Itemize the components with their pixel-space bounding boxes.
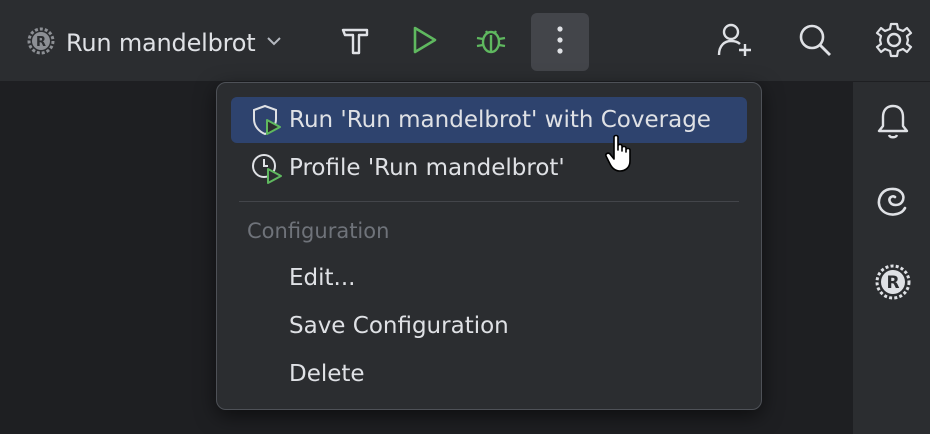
configuration-section-header: Configuration: [247, 219, 390, 243]
debug-button[interactable]: [462, 13, 520, 71]
run-configuration-label: Run mandelbrot: [66, 29, 256, 57]
coverage-icon: [247, 100, 287, 140]
user-add-icon: [716, 21, 754, 63]
main-toolbar: R Run mandelbrot: [0, 0, 930, 82]
hand-pointer-cursor: [604, 134, 638, 174]
more-actions-button[interactable]: [531, 13, 589, 71]
bell-icon: [875, 102, 911, 144]
play-icon: [407, 23, 441, 61]
search-button[interactable]: [786, 13, 844, 71]
run-configuration-selector[interactable]: R Run mandelbrot: [26, 22, 283, 64]
menu-item-label: Save Configuration: [289, 313, 509, 339]
save-configuration-item[interactable]: Save Configuration: [231, 303, 747, 349]
run-with-coverage-item[interactable]: Run 'Run mandelbrot' with Coverage: [231, 97, 747, 143]
settings-button[interactable]: [865, 13, 923, 71]
ai-assistant-icon: [875, 184, 911, 224]
menu-item-label: Edit...: [289, 265, 356, 291]
hammer-icon: [339, 23, 373, 61]
rust-logo-icon: R: [874, 263, 912, 305]
profile-item[interactable]: Profile 'Run mandelbrot': [231, 145, 747, 191]
menu-item-label: Delete: [289, 361, 365, 387]
run-button[interactable]: [395, 13, 453, 71]
menu-item-label: Run 'Run mandelbrot' with Coverage: [289, 107, 711, 133]
gear-icon: [875, 21, 913, 63]
profile-icon: [247, 148, 287, 188]
delete-configuration-item[interactable]: Delete: [231, 351, 747, 397]
more-actions-popup-menu: Run 'Run mandelbrot' with Coverage Profi…: [216, 82, 762, 410]
svg-text:R: R: [36, 35, 46, 50]
search-icon: [797, 22, 833, 62]
notifications-button[interactable]: [866, 96, 920, 150]
rust-tool-window-button[interactable]: R: [866, 257, 920, 311]
svg-text:R: R: [886, 273, 899, 293]
bug-icon: [473, 22, 509, 62]
more-vertical-icon: [555, 25, 565, 59]
ai-assistant-button[interactable]: [866, 177, 920, 231]
right-tool-window-strip: R: [852, 82, 930, 434]
rust-logo-icon: R: [26, 26, 56, 60]
menu-separator: [239, 201, 739, 202]
menu-item-label: Profile 'Run mandelbrot': [289, 155, 565, 181]
chevron-down-icon: [265, 32, 283, 54]
edit-configuration-item[interactable]: Edit...: [231, 255, 747, 301]
build-button[interactable]: [327, 13, 385, 71]
code-with-me-button[interactable]: [706, 13, 764, 71]
